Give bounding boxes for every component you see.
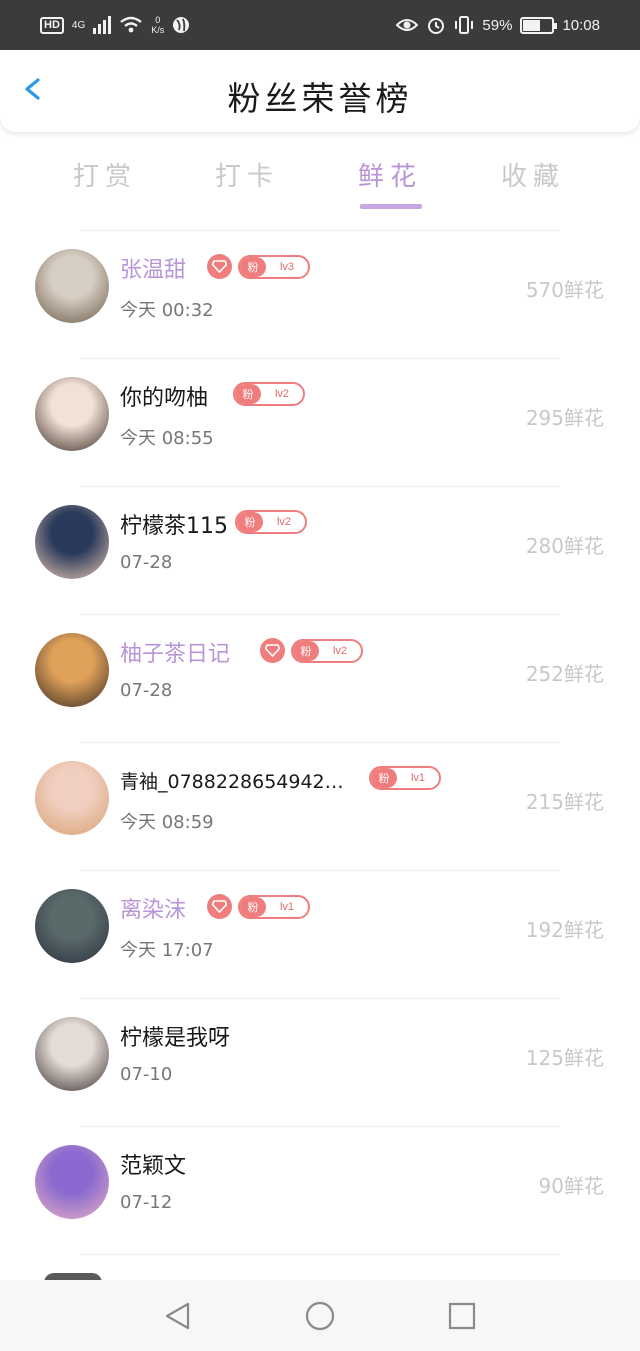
divider (80, 998, 560, 999)
flower-count: 570鲜花 (525, 278, 604, 302)
list-item[interactable]: 离染沫 粉 lv1 今天 17:07 192鲜花 (0, 870, 640, 998)
list-item[interactable]: 柠檬是我呀 07-10 125鲜花 (0, 998, 640, 1126)
list-item[interactable]: 张温甜 粉 lv3 今天 00:32 570鲜花 (0, 230, 640, 358)
active-tab-indicator (360, 204, 422, 209)
avatar[interactable] (35, 889, 109, 963)
wifi-icon (120, 16, 142, 33)
timestamp: 07-12 (120, 1192, 173, 1213)
timestamp: 07-28 (120, 552, 173, 573)
user-name: 你的吻柚 (120, 386, 209, 411)
avatar[interactable] (35, 1145, 109, 1219)
divider (80, 358, 560, 359)
list-item[interactable]: 柚子茶日记 粉 lv2 07-28 252鲜花 (0, 614, 640, 742)
divider (80, 742, 560, 743)
user-name: 张温甜 (120, 258, 187, 283)
hd-icon: HD (40, 16, 64, 34)
badge-group: 粉 lv2 (260, 638, 363, 663)
system-nav-bar (0, 1280, 640, 1351)
diamond-vip-icon (260, 638, 285, 663)
status-bar: HD 4G 0 K/s 59% 10:08 (0, 0, 640, 50)
fan-level-badge: 粉 lv1 (238, 894, 310, 919)
badge-group: 粉 lv3 (207, 254, 310, 279)
network-label: 4G (71, 19, 86, 31)
tab-bar: 打赏 打卡 鲜花 收藏 (0, 150, 640, 214)
divider (80, 230, 560, 231)
fan-level-badge: 粉 lv1 (369, 766, 441, 790)
divider (80, 486, 560, 487)
diamond-vip-icon (207, 894, 232, 919)
home-circle-icon[interactable] (304, 1300, 336, 1332)
tab-checkin[interactable]: 打卡 (197, 156, 297, 193)
flower-count: 295鲜花 (525, 406, 604, 430)
badge-group: 粉 lv1 (207, 894, 310, 919)
timestamp: 今天 08:55 (120, 428, 214, 449)
back-triangle-icon[interactable] (162, 1300, 194, 1332)
alarm-icon (428, 18, 445, 34)
flower-count: 215鲜花 (525, 790, 604, 814)
flower-count: 90鲜花 (538, 1174, 604, 1198)
app-header: 粉丝荣誉榜 (0, 50, 640, 132)
user-name: 范颖文 (120, 1154, 187, 1179)
vibrate-icon (455, 16, 474, 34)
battery-icon (520, 16, 558, 34)
avatar[interactable] (35, 505, 109, 579)
badge-group: 粉 lv1 (369, 766, 441, 790)
list-item[interactable]: 青袖_0788228654942… 粉 lv1 今天 08:59 215鲜花 (0, 742, 640, 870)
list-item[interactable]: 你的吻柚 粉 lv2 今天 08:55 295鲜花 (0, 358, 640, 486)
eye-icon (396, 19, 419, 31)
flower-count: 125鲜花 (525, 1046, 604, 1070)
avatar[interactable] (35, 377, 109, 451)
avatar[interactable] (35, 761, 109, 835)
timestamp: 07-28 (120, 680, 173, 701)
timestamp: 今天 08:59 (120, 812, 214, 833)
divider (80, 614, 560, 615)
timestamp: 07-10 (120, 1064, 173, 1085)
avatar[interactable] (35, 633, 109, 707)
badge-group: 粉 lv2 (233, 382, 305, 406)
user-name: 柠檬茶115 (120, 514, 228, 539)
signal-icon (93, 16, 112, 34)
avatar[interactable] (35, 249, 109, 323)
clock: 10:08 (562, 16, 600, 34)
flower-count: 192鲜花 (525, 918, 604, 942)
fan-level-badge: 粉 lv2 (233, 382, 305, 406)
tab-flowers[interactable]: 鲜花 (340, 156, 440, 193)
user-name: 柚子茶日记 (120, 642, 231, 667)
timestamp: 今天 00:32 (120, 300, 214, 321)
badge-group: 粉 lv2 (235, 510, 307, 534)
fan-level-badge: 粉 lv3 (238, 254, 310, 279)
flower-count: 280鲜花 (525, 534, 604, 558)
user-name: 青袖_0788228654942… (120, 771, 344, 793)
globe-icon (173, 17, 190, 33)
battery-percent: 59% (482, 16, 513, 34)
user-name: 离染沫 (120, 898, 187, 923)
list-item[interactable]: 柠檬茶115 粉 lv2 07-28 280鲜花 (0, 486, 640, 614)
diamond-vip-icon (207, 254, 232, 279)
tab-reward[interactable]: 打赏 (55, 156, 155, 193)
tab-favorites[interactable]: 收藏 (483, 156, 583, 193)
user-name: 柠檬是我呀 (120, 1026, 231, 1051)
timestamp: 今天 17:07 (120, 940, 214, 961)
fan-level-badge: 粉 lv2 (235, 510, 307, 534)
recents-square-icon[interactable] (446, 1300, 478, 1332)
divider (80, 1126, 560, 1127)
flower-count: 252鲜花 (525, 662, 604, 686)
divider (80, 870, 560, 871)
fan-ranking-list: 张温甜 粉 lv3 今天 00:32 570鲜花 你的吻柚 粉 lv2 今天 08:… (0, 230, 640, 1294)
avatar[interactable] (35, 1017, 109, 1091)
fan-level-badge: 粉 lv2 (291, 638, 363, 663)
network-speed: 0 K/s (151, 15, 165, 35)
page-title: 粉丝荣誉榜 (227, 79, 413, 118)
list-item[interactable]: 范颖文 07-12 90鲜花 (0, 1126, 640, 1254)
divider (80, 1254, 560, 1255)
